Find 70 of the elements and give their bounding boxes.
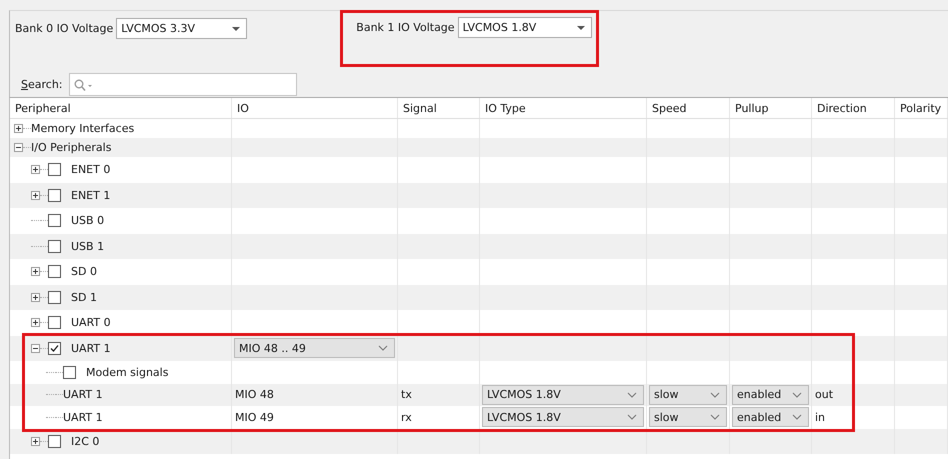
bank-voltage-label: Bank 0 IO Voltage xyxy=(15,22,114,35)
checkbox[interactable] xyxy=(48,290,61,304)
chevron-icon xyxy=(627,392,637,398)
search-field[interactable] xyxy=(68,73,296,96)
column-header[interactable]: IO Type xyxy=(480,98,647,118)
checkbox[interactable] xyxy=(48,342,61,355)
voltage-dropdown[interactable]: LVCMOS 1.8V xyxy=(458,17,592,38)
column-header[interactable]: Polarity xyxy=(895,98,948,118)
speed-dropdown[interactable]: slow xyxy=(649,384,727,405)
pullup-dropdown[interactable]: enabled xyxy=(732,384,809,405)
collapse-icon[interactable] xyxy=(14,143,23,152)
dropdown-arrow-icon xyxy=(576,26,585,30)
chevron-icon xyxy=(710,414,720,420)
search-icon xyxy=(74,78,94,90)
checkbox[interactable] xyxy=(48,188,61,202)
checkbox[interactable] xyxy=(48,316,61,330)
expand-icon[interactable] xyxy=(14,124,23,133)
tree-node-label[interactable]: I/O Peripherals xyxy=(31,141,112,154)
tree-item-label[interactable]: ENET 0 xyxy=(71,163,110,176)
tree-item-label[interactable]: SD 0 xyxy=(71,265,97,278)
search-label: Search: xyxy=(21,78,62,91)
column-header[interactable]: Direction xyxy=(812,98,895,118)
chevron-icon xyxy=(792,392,802,398)
checkbox[interactable] xyxy=(48,434,61,448)
tree-item-label[interactable]: USB 0 xyxy=(71,214,104,228)
checkbox[interactable] xyxy=(48,240,61,253)
tree-item-label[interactable]: UART 1 xyxy=(63,410,103,424)
pullup-dropdown[interactable]: enabled xyxy=(732,407,809,428)
io-dropdown[interactable]: MIO 48 .. 49 xyxy=(234,338,395,358)
checkbox[interactable] xyxy=(63,366,76,379)
chevron-icon xyxy=(627,414,637,420)
table-cell: tx xyxy=(401,388,412,402)
checkbox[interactable] xyxy=(48,163,61,176)
tree-item-label[interactable]: UART 1 xyxy=(63,388,103,402)
table-cell: rx xyxy=(401,410,412,424)
expand-icon[interactable] xyxy=(31,292,40,302)
expand-icon[interactable] xyxy=(31,165,40,174)
table-cell: in xyxy=(815,410,826,424)
io-type-dropdown[interactable]: LVCMOS 1.8V xyxy=(482,407,644,428)
expand-icon[interactable] xyxy=(31,190,40,200)
tree-item-label[interactable]: USB 1 xyxy=(71,240,104,253)
expand-icon[interactable] xyxy=(31,436,40,446)
table-cell: MIO 48 xyxy=(235,388,274,402)
table-cell: MIO 49 xyxy=(235,410,274,424)
voltage-dropdown[interactable]: LVCMOS 3.3V xyxy=(116,18,248,39)
chevron-icon xyxy=(710,392,720,398)
io-type-dropdown[interactable]: LVCMOS 1.8V xyxy=(482,384,644,405)
tree-node-label[interactable]: Memory Interfaces xyxy=(31,122,134,135)
column-header[interactable]: Pullup xyxy=(730,98,812,118)
dropdown-arrow-icon xyxy=(232,26,240,30)
speed-dropdown[interactable]: slow xyxy=(649,407,727,428)
checkbox[interactable] xyxy=(48,265,61,278)
table-cell: out xyxy=(815,388,834,402)
tree-item-label[interactable]: Modem signals xyxy=(86,366,168,379)
expand-icon[interactable] xyxy=(31,267,40,276)
tree-item-label[interactable]: SD 1 xyxy=(71,290,97,304)
collapse-icon[interactable] xyxy=(31,344,40,353)
chevron-icon xyxy=(792,414,802,420)
column-header[interactable]: IO xyxy=(232,98,398,118)
expand-icon[interactable] xyxy=(31,318,40,328)
column-header[interactable]: Speed xyxy=(647,98,730,118)
column-header[interactable]: Peripheral xyxy=(10,98,232,118)
tree-item-label[interactable]: UART 0 xyxy=(71,316,111,330)
bank-voltage-label: Bank 1 IO Voltage xyxy=(356,21,455,34)
column-header[interactable]: Signal xyxy=(398,98,480,118)
chevron-icon xyxy=(378,345,388,352)
tree-item-label[interactable]: ENET 1 xyxy=(71,188,110,202)
checkbox[interactable] xyxy=(48,214,61,228)
tree-item-label[interactable]: UART 1 xyxy=(71,342,111,355)
tree-item-label[interactable]: I2C 0 xyxy=(71,434,100,448)
